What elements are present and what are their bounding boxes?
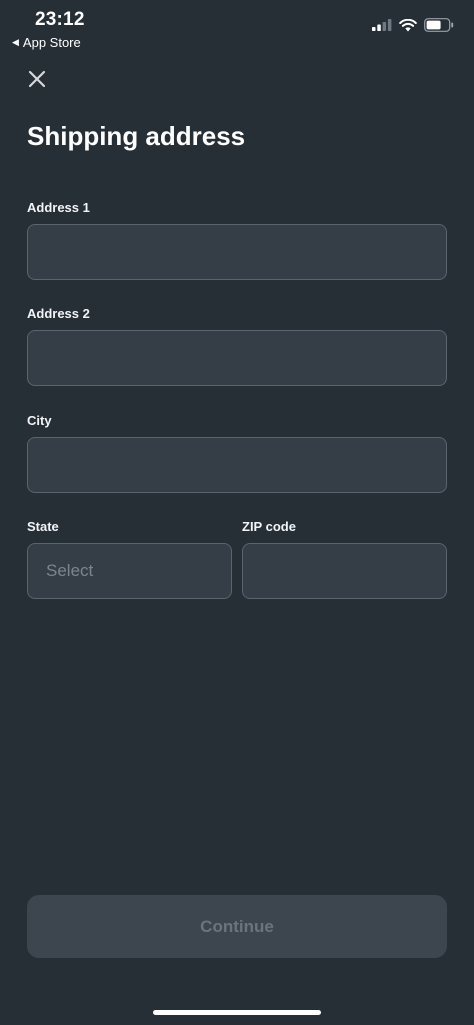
address1-input[interactable] [27,224,447,280]
status-bar: 23:12 ◀ App Store [0,0,474,56]
close-icon [28,70,46,88]
city-label: City [27,413,52,428]
back-app-label: App Store [22,35,81,50]
state-select-placeholder: Select [46,561,94,580]
back-to-app-store-link[interactable]: ◀ App Store [12,35,81,50]
status-time: 23:12 [35,9,85,30]
status-icons [372,18,454,32]
address1-label: Address 1 [27,200,90,215]
address2-input[interactable] [27,330,447,386]
page-title: Shipping address [27,121,246,151]
wifi-icon [399,18,417,31]
cellular-signal-icon [372,19,392,31]
city-input[interactable] [27,437,447,493]
state-label: State [27,519,59,534]
back-arrow-icon: ◀ [12,37,19,47]
home-indicator [153,1010,321,1015]
close-button[interactable] [24,66,50,92]
state-select[interactable]: Select [27,543,232,599]
battery-icon [424,18,454,32]
address2-label: Address 2 [27,306,90,321]
zip-input[interactable] [242,543,447,599]
continue-button[interactable]: Continue [27,895,447,958]
zip-label: ZIP code [242,519,296,534]
